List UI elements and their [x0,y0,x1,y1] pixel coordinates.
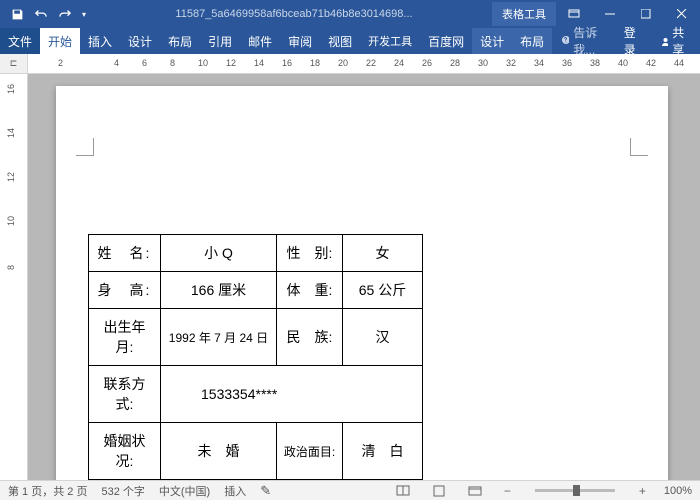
cell-label[interactable]: 民 族: [277,309,343,366]
status-page[interactable]: 第 1 页，共 2 页 [8,483,87,499]
cell-label[interactable]: 性 别: [277,235,343,272]
track-changes-icon[interactable]: ✎ [260,483,271,499]
undo-button[interactable] [30,3,52,25]
tab-mailings[interactable]: 邮件 [240,28,280,54]
horizontal-ruler-area: ⊏ 24681012141618202224262830323436384042… [0,54,700,74]
status-words[interactable]: 532 个字 [101,483,144,499]
cell-value[interactable]: 1533354**** [161,366,423,423]
cell-label[interactable]: 政治面目: [277,423,343,480]
tell-me-label: 告诉我... [573,24,608,58]
resume-table[interactable]: 姓 名: 小 Q 性 别: 女 身 高: 166 厘米 体 重: 65 公斤 出… [88,234,505,480]
cell-label[interactable]: 姓 名: [89,235,161,272]
zoom-in-button[interactable]: + [635,484,650,498]
cell-value[interactable]: 65 公斤 [343,272,423,309]
tab-design[interactable]: 设计 [120,28,160,54]
ribbon-tabs: 文件 开始 插入 设计 布局 引用 邮件 审阅 视图 开发工具 百度网 设计 布… [0,28,700,54]
document-area: 161412108 姓 名: 小 Q 性 别: 女 身 高: 166 厘米 体 … [0,74,700,480]
cell-value[interactable]: 1992 年 7 月 24 日 [161,309,277,366]
qat-dropdown[interactable]: ▾ [78,3,90,25]
status-mode[interactable]: 插入 [224,483,246,499]
cell-label[interactable]: 出生年月: [89,309,161,366]
cell-label[interactable]: 婚姻状况: [89,423,161,480]
save-button[interactable] [6,3,28,25]
cell-value[interactable]: 汉 [343,309,423,366]
status-bar: 第 1 页，共 2 页 532 个字 中文(中国) 插入 ✎ − + 100% [0,480,700,500]
cell-label[interactable]: 身 高: [89,272,161,309]
tab-references[interactable]: 引用 [200,28,240,54]
table-row: 姓 名: 小 Q 性 别: 女 [89,235,505,272]
zoom-level[interactable]: 100% [664,485,692,497]
view-web-button[interactable] [464,485,486,497]
tell-me-search[interactable]: 告诉我... [552,28,616,54]
share-label: 共享 [672,24,690,58]
view-print-button[interactable] [428,485,450,497]
zoom-slider-thumb[interactable] [573,485,580,496]
redo-button[interactable] [54,3,76,25]
tab-view[interactable]: 视图 [320,28,360,54]
login-button[interactable]: 登录 [616,28,650,54]
vertical-ruler[interactable]: 161412108 [0,74,28,480]
cell-value[interactable]: 女 [343,235,423,272]
tab-layout[interactable]: 布局 [160,28,200,54]
tab-table-design[interactable]: 设计 [472,28,512,54]
document-title: 11587_5a6469958af6bceab71b46b8e3014698..… [96,8,492,20]
tab-home[interactable]: 开始 [40,28,80,54]
share-button[interactable]: 共享 [650,28,700,54]
cell-value[interactable]: 清 白 [343,423,423,480]
ruler-corner: ⊏ [0,54,28,73]
cell-value[interactable]: 小 Q [161,235,277,272]
zoom-slider[interactable] [535,489,615,492]
page: 姓 名: 小 Q 性 别: 女 身 高: 166 厘米 体 重: 65 公斤 出… [56,86,668,480]
contextual-tab-label: 表格工具 [492,2,556,26]
tab-developer[interactable]: 开发工具 [360,28,420,54]
margin-mark-tl [76,138,94,156]
cell-label[interactable]: 体 重: [277,272,343,309]
quick-access-toolbar: ▾ [0,3,96,25]
photo-cell[interactable] [423,235,505,480]
view-read-button[interactable] [392,485,414,497]
cell-value[interactable]: 166 厘米 [161,272,277,309]
tab-review[interactable]: 审阅 [280,28,320,54]
tab-table-layout[interactable]: 布局 [512,28,552,54]
page-scroll-area[interactable]: 姓 名: 小 Q 性 别: 女 身 高: 166 厘米 体 重: 65 公斤 出… [28,74,700,480]
cell-label[interactable]: 联系方式: [89,366,161,423]
horizontal-ruler[interactable]: 2468101214161820222426283032343638404244 [28,54,700,73]
tab-baidu[interactable]: 百度网 [420,28,472,54]
tab-insert[interactable]: 插入 [80,28,120,54]
zoom-out-button[interactable]: − [500,484,515,498]
tab-file[interactable]: 文件 [0,28,40,54]
cell-value[interactable]: 未 婚 [161,423,277,480]
margin-mark-tr [630,138,648,156]
status-lang[interactable]: 中文(中国) [159,483,210,499]
